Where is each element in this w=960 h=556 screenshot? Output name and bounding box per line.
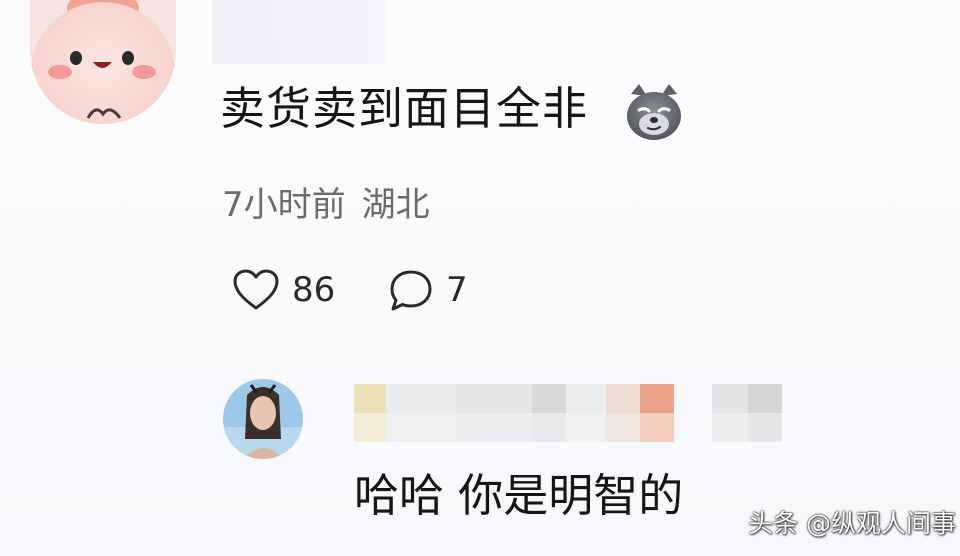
comment-meta: 7小时前 湖北 <box>222 184 430 226</box>
source-watermark: 头条 @纵观人间事 <box>748 509 956 538</box>
reply-text: 哈哈 你是明智的 <box>354 469 684 522</box>
commenter-avatar[interactable] <box>30 0 176 124</box>
like-button[interactable]: 86 <box>232 264 335 316</box>
speech-bubble-icon <box>388 268 434 312</box>
reply-button[interactable]: 7 <box>388 264 468 316</box>
reply-count: 7 <box>446 270 468 310</box>
heart-icon <box>232 268 280 312</box>
blurred-username <box>212 0 386 64</box>
blurred-replier-username <box>354 384 784 442</box>
replier-avatar[interactable] <box>223 379 303 459</box>
person-avatar-icon <box>223 379 303 459</box>
cute-bun-avatar-icon <box>30 0 176 124</box>
comment-thread-page: 卖货卖到面目全非 7小时前 湖北 86 7 哈哈 你是明智的 头条 @纵观人间事 <box>0 0 960 556</box>
smirk-dog-emoji-icon <box>623 80 685 142</box>
like-count: 86 <box>292 270 336 310</box>
comment-location: 湖北 <box>361 185 430 225</box>
comment-time: 7小时前 <box>222 185 346 225</box>
comment-text: 卖货卖到面目全非 <box>220 82 589 135</box>
